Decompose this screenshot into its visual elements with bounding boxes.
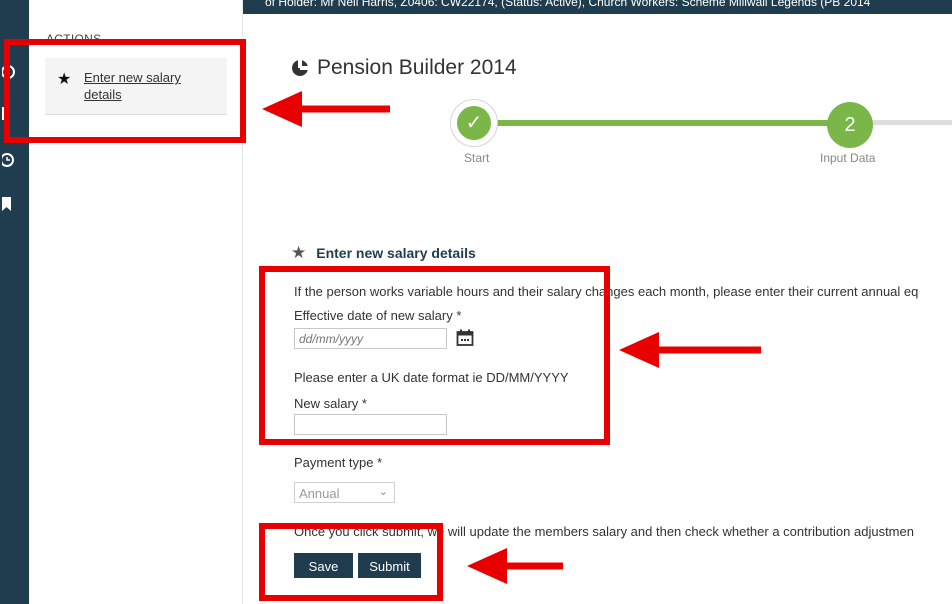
star-icon: ★ <box>291 243 307 262</box>
annotation-arrow-form <box>619 332 761 368</box>
annotation-box-form <box>259 266 610 445</box>
payment-type-value: Annual <box>299 486 340 501</box>
bookmark-icon[interactable] <box>2 196 18 212</box>
annotation-box-buttons <box>259 523 443 601</box>
step-input-data[interactable]: 2 <box>827 102 873 148</box>
page-title: Pension Builder 2014 <box>291 56 517 80</box>
payment-type-label: Payment type * <box>294 455 383 470</box>
payment-type-select[interactable]: Annual ⌄ <box>294 482 395 503</box>
annotation-arrow-action <box>262 91 390 127</box>
member-banner-text: of Holder: Mr Neil Harris, Z0406: CW2217… <box>265 0 871 9</box>
progress-track-complete <box>475 120 845 126</box>
annotation-arrow-buttons <box>467 548 563 584</box>
section-title: ★ Enter new salary details <box>291 243 476 263</box>
section-title-text: Enter new salary details <box>316 245 476 261</box>
step-input-data-label: Input Data <box>820 151 876 165</box>
clock-icon[interactable] <box>2 152 18 168</box>
check-icon: ✓ <box>457 106 491 140</box>
member-banner: of Holder: Mr Neil Harris, Z0406: CW2217… <box>243 0 952 14</box>
step-start[interactable]: ✓ <box>450 99 498 147</box>
step-start-label: Start <box>464 151 490 165</box>
annotation-box-action <box>4 39 246 143</box>
pension-builder-logo-icon <box>292 59 309 76</box>
app-title: Pension Builder 2014 <box>317 56 517 79</box>
chevron-down-icon: ⌄ <box>378 486 388 498</box>
progress-track-remaining <box>870 120 952 125</box>
